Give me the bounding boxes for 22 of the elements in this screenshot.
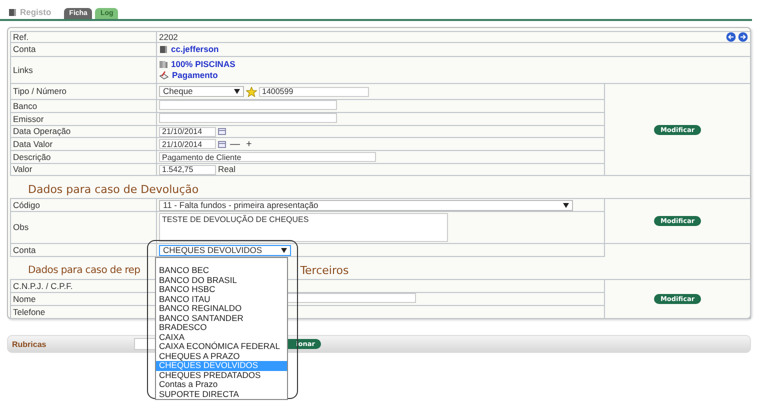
currency-label: Real — [218, 165, 236, 174]
rubricas-label: Rubricas — [12, 340, 48, 348]
field-label: Conta — [13, 44, 36, 54]
field-label: Links — [13, 64, 33, 74]
section-heading: Dados para caso de Devolução — [28, 182, 199, 197]
field-label: Tipo / Número — [13, 86, 67, 96]
field-label: Banco — [13, 100, 38, 110]
field-label: Telefone — [13, 306, 46, 316]
field-label: Código — [13, 200, 40, 210]
section-heading: Terceiros — [300, 263, 349, 278]
field-label: Conta — [13, 244, 36, 254]
field-label: Data Valor — [13, 138, 53, 148]
field-value: 2202 — [159, 32, 178, 42]
field-label: Emissor — [13, 114, 44, 124]
field-label: Valor — [13, 164, 32, 174]
field-label: Obs — [13, 222, 29, 232]
field-label: Data Operação — [13, 126, 71, 136]
field-label: Ref. — [13, 32, 29, 42]
field-label: C.N.P.J. / C.P.F. — [13, 280, 73, 290]
field-label: Descrição — [13, 152, 51, 162]
section-heading: Dados para caso de rep — [28, 264, 140, 278]
field-label: Nome — [13, 294, 36, 304]
